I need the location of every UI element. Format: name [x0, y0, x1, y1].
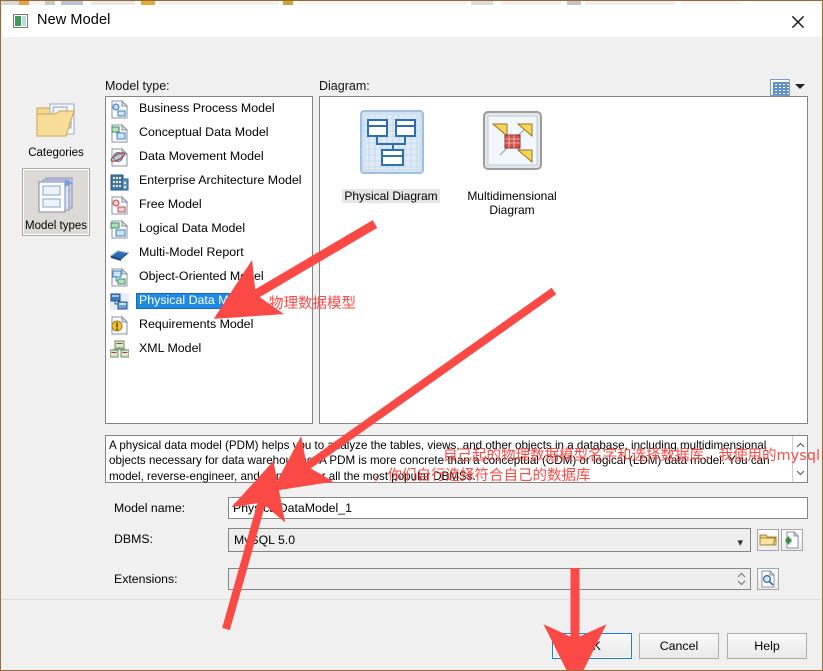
model-type-item-business-process[interactable]: Business Process Model [106, 97, 312, 121]
model-types-stack-icon [35, 175, 77, 220]
model-name-label: Model name: [114, 501, 186, 515]
physical-diagram-icon [335, 107, 447, 184]
model-name-value: PhysicalDataModel_1 [233, 501, 352, 515]
model-type-item-physical-data[interactable]: Physical Data Model [106, 289, 312, 313]
cancel-button[interactable]: Cancel [639, 633, 719, 659]
model-type-label: Object-Oriented Model [139, 269, 264, 284]
dbms-select[interactable]: MySQL 5.0 ▾ [228, 528, 751, 552]
model-type-item-logical-data[interactable]: Logical Data Model [106, 217, 312, 241]
multidimensional-diagram-icon [456, 107, 568, 184]
model-type-label: Business Process Model [139, 101, 275, 116]
rail-label-categories: Categories [28, 147, 84, 159]
rail-label-model-types: Model types [24, 220, 87, 232]
footer-divider [1, 599, 821, 600]
model-type-item-data-movement[interactable]: Data Movement Model [106, 145, 312, 169]
description-scrollbar[interactable] [792, 436, 807, 482]
scroll-up-icon [796, 442, 805, 448]
model-type-item-enterprise-architecture[interactable]: Enterprise Architecture Model [106, 169, 312, 193]
model-type-label: Conceptual Data Model [139, 125, 269, 140]
document-search-icon[interactable] [757, 568, 779, 590]
model-type-label: Data Movement Model [139, 149, 264, 164]
help-button[interactable]: Help [727, 633, 807, 659]
chevron-down-icon[interactable]: ▾ [737, 536, 743, 549]
model-type-item-xml[interactable]: XML Model [106, 337, 312, 361]
diagram-label: Diagram: [319, 79, 370, 93]
close-icon[interactable] [784, 9, 812, 35]
model-type-item-requirements[interactable]: Requirements Model [106, 313, 312, 337]
app-icon [13, 14, 28, 28]
model-type-label: Physical Data Model [136, 293, 255, 309]
dbms-label: DBMS: [114, 532, 153, 546]
list-view-icon[interactable] [770, 79, 790, 96]
title-bar: New Model [2, 5, 822, 37]
model-type-item-conceptual-data[interactable]: Conceptual Data Model [106, 121, 312, 145]
model-type-label: Logical Data Model [139, 221, 246, 236]
ok-button[interactable]: OK [552, 633, 632, 659]
model-type-label: Requirements Model [139, 317, 254, 332]
folder-open-icon[interactable] [757, 529, 779, 551]
help-label: Help [754, 639, 780, 653]
description-text: A physical data model (PDM) helps you to… [109, 439, 770, 483]
scroll-down-icon [796, 470, 805, 476]
rail-item-model-types[interactable]: Model types [22, 168, 90, 236]
dialog-body: Model type: Diagram: Categories Model ty… [2, 37, 822, 635]
model-type-label: Multi-Model Report [139, 245, 244, 260]
model-type-list[interactable]: Business Process Model Conceptual Data M… [105, 96, 313, 424]
spinner-down-icon [737, 580, 746, 586]
diagram-label-physical: Physical Diagram [342, 189, 440, 203]
model-type-label: Model type: [105, 79, 170, 93]
window-title: New Model [37, 12, 111, 28]
diagram-item-multidimensional[interactable]: Multidimensional Diagram [456, 107, 568, 219]
new-model-dialog: New Model Model type: Diagram: Categorie… [0, 0, 823, 671]
model-type-item-multi-model-report[interactable]: Multi-Model Report [106, 241, 312, 265]
cancel-label: Cancel [659, 639, 699, 653]
ok-label: OK [583, 639, 601, 653]
diagram-list[interactable]: Physical Diagram Multidimensional Diagra… [319, 96, 808, 424]
model-type-item-free[interactable]: Free Model [106, 193, 312, 217]
categories-folder-icon [34, 100, 78, 147]
spinner-up-icon [737, 572, 746, 578]
chevron-down-icon[interactable] [795, 84, 805, 89]
extensions-label: Extensions: [114, 572, 178, 586]
diagram-item-physical[interactable]: Physical Diagram [335, 107, 447, 205]
model-type-label: Enterprise Architecture Model [139, 173, 302, 188]
description-box: A physical data model (PDM) helps you to… [105, 435, 808, 483]
model-type-label: XML Model [139, 341, 202, 356]
dbms-value: MySQL 5.0 [234, 533, 296, 547]
new-file-icon[interactable] [781, 529, 803, 551]
rail-item-categories[interactable]: Categories [22, 94, 90, 162]
model-type-item-object-oriented[interactable]: Object-Oriented Model [106, 265, 312, 289]
extensions-spinner[interactable] [734, 570, 749, 588]
xml-model-icon [109, 340, 130, 364]
extensions-input[interactable] [228, 568, 751, 590]
model-name-input[interactable]: PhysicalDataModel_1 [228, 497, 808, 519]
model-type-label: Free Model [139, 197, 202, 212]
category-rail: Categories Model types [8, 94, 100, 424]
diagram-label-multidimensional: Multidimensional Diagram [467, 189, 557, 217]
